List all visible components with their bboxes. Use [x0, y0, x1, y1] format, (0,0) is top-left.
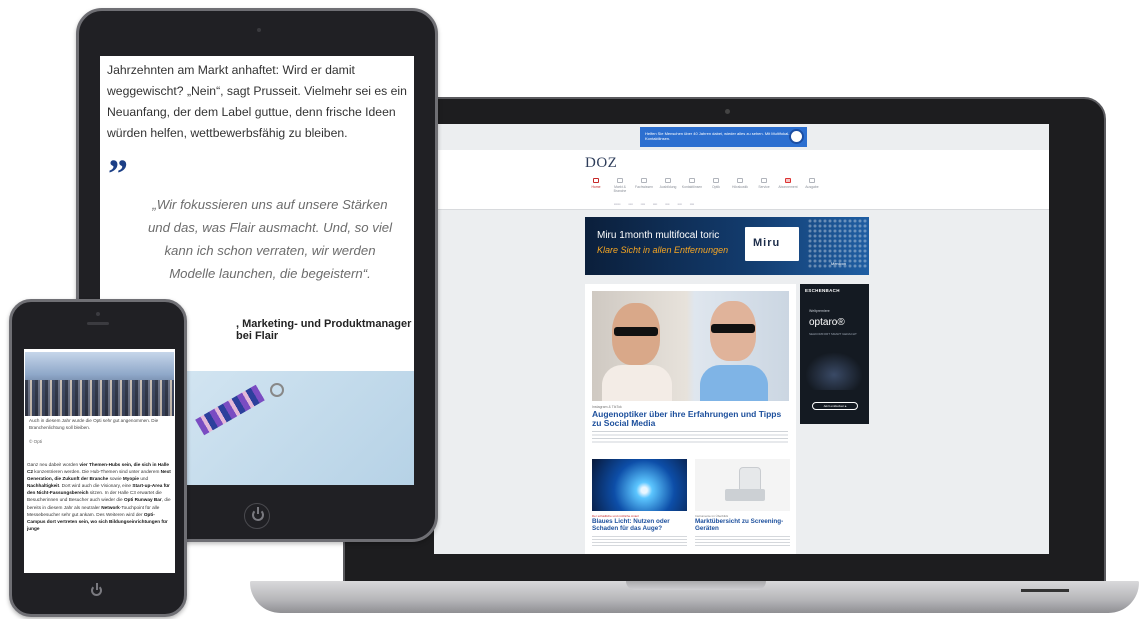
sub-article-teaser-1: [592, 536, 687, 546]
article-headline[interactable]: Augenoptiker über ihre Erfahrungen und T…: [592, 410, 792, 428]
phone-screen: Auch in diesem Jahr wurde die Opti sehr …: [24, 349, 175, 573]
power-icon: [91, 583, 102, 596]
body-text: und: [139, 476, 149, 482]
tablet-home-button[interactable]: [244, 503, 270, 529]
phone-home-button[interactable]: [88, 582, 108, 602]
quote-mark-icon: ”: [108, 151, 128, 196]
image-caption: Auch in diesem Jahr wurde die Opti sehr …: [29, 418, 159, 430]
product-box-label: Miru: [753, 237, 781, 249]
lens-icon: [689, 178, 695, 183]
body-text: Ganz neu dabei! worden: [27, 462, 80, 467]
sub-article-headline-1[interactable]: Blaues Licht: Nutzen oder Schaden für da…: [592, 518, 687, 533]
banner-brand: Menicon: [831, 261, 847, 266]
service-icon: [761, 178, 767, 183]
side-ad-product: optaro®: [809, 317, 845, 328]
body-bold: Myopie: [122, 476, 140, 482]
body-bold: Nachhaltigkeit: [27, 483, 60, 489]
body-bold: Opti Runway Bar: [123, 497, 162, 503]
sunglasses-left: [614, 327, 658, 336]
body-text: konzentrieren werden. Die Hub-Themen sin…: [33, 469, 161, 475]
nav-item-hoerakustik[interactable]: Hörakustik: [728, 178, 752, 193]
nav-item-service[interactable]: Service: [752, 178, 776, 193]
laptop-screen: Helfen Sie Menschen über 40 Jahren dabei…: [434, 124, 1049, 554]
body-text: sowie: [108, 476, 123, 482]
nav-item-abonnement[interactable]: Abonnement: [776, 178, 800, 193]
side-ad-brand: ESCHENBACH: [805, 288, 840, 293]
blue-light-image[interactable]: [592, 459, 687, 511]
laptop-device: Helfen Sie Menschen über 40 Jahren dabei…: [343, 97, 1106, 583]
main-article-card[interactable]: Instagram & TikTok Augenoptiker über ihr…: [585, 284, 796, 554]
side-ad-button[interactable]: Jetzt entdecken ▸: [812, 402, 858, 410]
book-icon: [641, 178, 647, 183]
subnav-placeholder-7[interactable]: ▪▪▪▪: [690, 202, 694, 207]
side-ad-tagline: SEHKOMFORT SMART GEDACHT: [809, 332, 857, 336]
banner-title: Miru 1month multifocal toric: [597, 230, 720, 241]
ad-logo-icon: [789, 129, 804, 144]
phone-speaker: [87, 322, 109, 325]
leaderboard-ad[interactable]: Miru 1month multifocal toric Klare Sicht…: [585, 217, 869, 275]
sub-nav: ▪▪▪▪▪▪ ▪▪▪▪ ▪▪▪▪ ▪▪▪▪ ▪▪▪▪ ▪▪▪▪ ▪▪▪▪: [614, 202, 844, 207]
laptop-notch: [626, 581, 766, 590]
nav-item-optik[interactable]: Optik: [704, 178, 728, 193]
nav-item-ausbildung[interactable]: Ausbildung: [656, 178, 680, 193]
ear-icon: [737, 178, 743, 183]
home-icon: [593, 178, 599, 183]
lanyard-strap: [195, 384, 265, 436]
sunglasses-right: [711, 324, 755, 333]
subnav-placeholder-1[interactable]: ▪▪▪▪▪▪: [614, 202, 620, 207]
top-ad-banner[interactable]: Helfen Sie Menschen über 40 Jahren dabei…: [640, 127, 807, 147]
top-ad-text: Helfen Sie Menschen über 40 Jahren dabei…: [645, 131, 790, 142]
subnav-placeholder-6[interactable]: ▪▪▪▪: [677, 202, 681, 207]
body-bold: Network: [101, 504, 120, 510]
power-icon: [252, 507, 264, 521]
image-credit: © Opti: [29, 439, 43, 444]
nav-item-markt[interactable]: Markt & Branche: [608, 178, 632, 193]
nav-item-home[interactable]: Home: [584, 178, 608, 193]
person-right-shirt: [700, 365, 768, 401]
site-header: DOZ Home Markt & Branche Fachwissen Ausb…: [434, 150, 1049, 210]
magazine-icon: [809, 178, 815, 183]
subnav-placeholder-3[interactable]: ▪▪▪▪: [641, 202, 645, 207]
lanyard-ring: [270, 383, 284, 397]
nav-item-kontaktlinsen[interactable]: Kontaktlinsen: [680, 178, 704, 193]
quote-credit: , Marketing- und Produktmanager bei Flai…: [236, 318, 412, 342]
side-ad-glasses-image: [805, 352, 863, 390]
glasses-icon: [713, 178, 719, 183]
main-nav: Home Markt & Branche Fachwissen Ausbildu…: [584, 178, 824, 193]
subnav-placeholder-5[interactable]: ▪▪▪▪: [665, 202, 669, 207]
nav-item-ausgabe[interactable]: Ausgabe: [800, 178, 824, 193]
screening-device-image[interactable]: [695, 459, 790, 511]
body-text: . Dort wird auch die Visionary, eine: [59, 483, 133, 489]
subnav-placeholder-2[interactable]: ▪▪▪▪: [628, 202, 632, 207]
sub-article-headline-2[interactable]: Marktübersicht zu Screening-Geräten: [695, 518, 790, 533]
sub-article-teaser-2: [695, 536, 790, 546]
nav-item-fachwissen[interactable]: Fachwissen: [632, 178, 656, 193]
article-teaser-lines: [592, 431, 788, 445]
subnav-placeholder-4[interactable]: ▪▪▪▪: [653, 202, 657, 207]
article-hero-image: [592, 291, 789, 401]
laptop-base: [250, 581, 1139, 613]
chart-icon: [617, 178, 623, 183]
side-ad-small: Weltpremiere: [809, 309, 830, 313]
product-box-image: Miru: [745, 227, 799, 261]
tablet-camera: [257, 28, 261, 32]
laptop-vent: [1021, 589, 1069, 592]
phone-camera: [96, 312, 100, 316]
person-left-shirt: [602, 365, 672, 401]
laptop-camera: [725, 109, 730, 114]
article-body: Ganz neu dabei! worden vier Themen-Hubs …: [27, 461, 172, 532]
crowd-pattern: [25, 380, 174, 416]
banner-subtitle: Klare Sicht in allen Entfernungen: [597, 245, 729, 255]
pull-quote: „Wir fokussieren uns auf unsere Stärken …: [147, 197, 393, 281]
header-divider: [434, 209, 1049, 210]
article-paragraph: Jahrzehnten am Markt anhaftet: Wird er d…: [107, 63, 407, 140]
site-logo[interactable]: DOZ: [585, 155, 617, 172]
sidebar-ad[interactable]: ESCHENBACH Weltpremiere optaro® SEHKOMFO…: [800, 284, 869, 424]
phone-device: Auch in diesem Jahr wurde die Opti sehr …: [9, 299, 187, 617]
graduation-icon: [665, 178, 671, 183]
device-base: [725, 489, 765, 501]
subscription-icon: [785, 178, 791, 183]
fair-crowd-image: [25, 352, 174, 416]
